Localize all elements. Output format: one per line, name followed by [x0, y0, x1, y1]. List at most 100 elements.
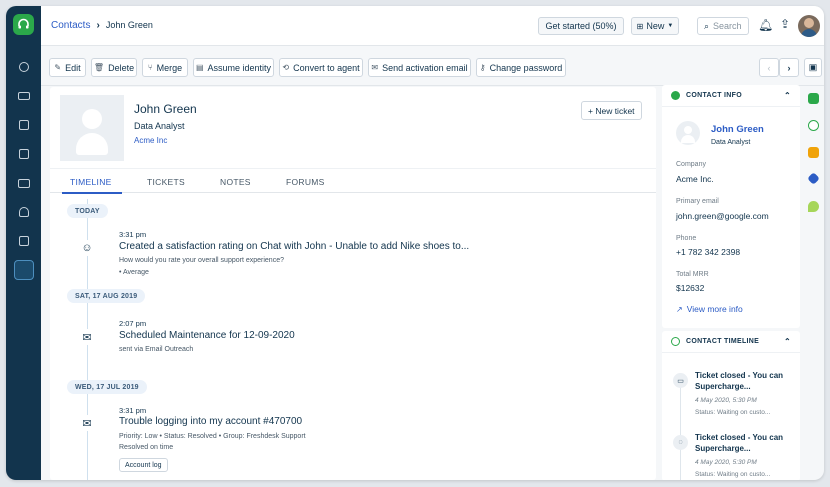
event-time: 3:31 pm — [119, 406, 147, 415]
forums-icon[interactable] — [6, 199, 41, 225]
groups-icon[interactable] — [6, 141, 41, 167]
get-started-button[interactable]: Get started (50%) — [538, 17, 624, 35]
contact-details-panel: John Green Data Analyst Acme Inc + New t… — [50, 87, 656, 480]
contact-avatar — [60, 95, 124, 161]
contact-timeline-title: CONTACT TIMELINE — [686, 338, 760, 345]
timeline-item-status: Status: Waiting on custo... — [695, 409, 771, 416]
sidebar-toggle-button[interactable]: ▣ — [804, 58, 822, 77]
tab-forums[interactable]: FORUMS — [286, 177, 325, 187]
timeline-item-status: Status: Waiting on custo... — [695, 471, 771, 478]
tab-tickets[interactable]: TICKETS — [147, 177, 185, 187]
assume-identity-label: Assume identity — [207, 62, 272, 73]
plus-box-icon: ⊞ — [636, 21, 644, 31]
app-window: Contacts › John Green Get started (50%) ⊞ N… — [6, 6, 824, 480]
timeline-item-title: Ticket closed - You can — [695, 371, 784, 380]
breadcrumb-contacts-link[interactable]: Contacts — [51, 20, 90, 31]
event-title[interactable]: Created a satisfaction rating on Chat wi… — [119, 241, 469, 252]
send-activation-email-button[interactable]: ✉ Send activation email — [368, 58, 471, 77]
event-title[interactable]: Scheduled Maintenance for 12-09-2020 — [119, 330, 295, 341]
bell-icon[interactable]: 🔔︎ — [758, 18, 773, 32]
chevron-up-icon: ⌃ — [783, 91, 791, 100]
timeline-app-icon[interactable] — [808, 120, 819, 131]
event-meta: Priority: Low • Status: Resolved • Group… — [119, 433, 306, 440]
assume-identity-button[interactable]: ▤ Assume identity — [193, 58, 274, 77]
delete-label: Delete — [108, 62, 135, 73]
account-log-tag[interactable]: Account log — [119, 458, 168, 472]
previous-button[interactable]: ‹ — [759, 58, 779, 77]
event-time: 3:31 pm — [119, 230, 147, 239]
date-pill-aug: SAT, 17 AUG 2019 — [67, 289, 146, 303]
mrr-value: $12632 — [676, 283, 705, 293]
mrr-label: Total MRR — [676, 271, 709, 278]
freshdesk-app-icon[interactable] — [808, 93, 819, 104]
share-icon[interactable]: ⇪ — [780, 17, 790, 31]
contact-timeline-card: CONTACT TIMELINE ⌃ ▭ Ticket closed - You… — [662, 331, 800, 480]
phone-label: Phone — [676, 235, 697, 242]
green-app-icon[interactable] — [808, 201, 819, 212]
contact-info-avatar — [676, 121, 700, 145]
event-title[interactable]: Trouble logging into my account #470700 — [119, 416, 302, 427]
user-avatar[interactable] — [798, 15, 820, 37]
edit-button[interactable]: ✎ Edit — [49, 58, 86, 77]
contact-info-icon — [671, 91, 680, 100]
admin-icon[interactable] — [6, 257, 41, 283]
dashboard-icon[interactable] — [6, 54, 41, 80]
edit-icon: ✎ — [54, 63, 62, 72]
tab-notes[interactable]: NOTES — [220, 177, 251, 187]
company-label: Company — [676, 161, 706, 168]
key-icon: ⚷ — [479, 63, 486, 72]
timeline-item-title-cont: Supercharge... — [695, 382, 751, 391]
date-pill-jul: WED, 17 JUL 2019 — [67, 380, 147, 394]
search-placeholder: Search — [713, 21, 742, 31]
action-toolbar: ✎ Edit 🗑︎ Delete ⑂ Merge ▤ Assume identity ⟲… — [41, 46, 824, 86]
mail-icon: ✉ — [79, 329, 95, 345]
breadcrumb-current: John Green — [105, 20, 153, 30]
panel-icon: ▣ — [808, 62, 818, 72]
view-more-info-link[interactable]: ↗ View more info — [676, 304, 743, 314]
timeline-item[interactable]: Ticket closed - You can Supercharge... — [695, 370, 783, 392]
contact-timeline-header[interactable]: CONTACT TIMELINE ⌃ — [662, 331, 800, 353]
chevron-down-icon: ▼ — [667, 23, 674, 29]
contact-info-name[interactable]: John Green — [711, 124, 764, 135]
merge-icon: ⑂ — [147, 63, 153, 72]
blue-app-icon[interactable] — [807, 172, 820, 185]
contact-title: Data Analyst — [134, 121, 185, 131]
contact-info-title: CONTACT INFO — [686, 92, 742, 99]
chevron-right-icon: › — [787, 62, 791, 73]
contact-info-header[interactable]: CONTACT INFO ⌃ — [662, 85, 800, 107]
merge-label: Merge — [156, 62, 183, 73]
view-more-info-label: View more info — [686, 304, 743, 314]
convert-to-agent-button[interactable]: ⟲ Convert to agent — [279, 58, 363, 77]
freshdesk-logo[interactable] — [13, 14, 34, 35]
next-button[interactable]: › — [779, 58, 799, 77]
tab-timeline[interactable]: TIMELINE — [70, 177, 112, 187]
mail-icon: ✉ — [79, 415, 95, 431]
timeline-item-date: 4 May 2020, 5:30 PM — [695, 397, 757, 404]
search-icon: ⌕ — [704, 20, 710, 31]
reports-icon[interactable] — [6, 228, 41, 254]
new-ticket-button[interactable]: + New ticket — [581, 101, 642, 120]
event-time: 2:07 pm — [119, 319, 147, 328]
timeline-item[interactable]: Ticket closed - You can Supercharge... — [695, 432, 783, 454]
contacts-icon[interactable] — [6, 112, 41, 138]
event-resolution: Resolved on time — [119, 444, 174, 451]
external-link-icon: ↗ — [676, 305, 683, 314]
chevron-up-icon: ⌃ — [783, 337, 791, 346]
delete-button[interactable]: 🗑︎ Delete — [91, 58, 137, 77]
orange-app-icon[interactable] — [808, 147, 819, 158]
solutions-icon[interactable] — [6, 170, 41, 196]
edit-label: Edit — [65, 62, 81, 73]
top-bar: Contacts › John Green Get started (50%) ⊞ N… — [41, 6, 824, 46]
convert-icon: ⟲ — [282, 63, 290, 72]
contact-company-link[interactable]: Acme Inc — [134, 136, 167, 145]
search-input[interactable]: ⌕ Search — [697, 17, 749, 35]
contact-name: John Green — [134, 102, 197, 116]
change-password-button[interactable]: ⚷ Change password — [476, 58, 566, 77]
event-rating: • Average — [119, 269, 149, 276]
timeline-item-title-cont: Supercharge... — [695, 444, 751, 453]
merge-button[interactable]: ⑂ Merge — [142, 58, 188, 77]
new-dropdown-button[interactable]: ⊞ New ▼ — [631, 17, 679, 35]
event-subtext: sent via Email Outreach — [119, 346, 194, 353]
tickets-icon[interactable] — [6, 83, 41, 109]
active-tab-indicator — [62, 192, 122, 194]
